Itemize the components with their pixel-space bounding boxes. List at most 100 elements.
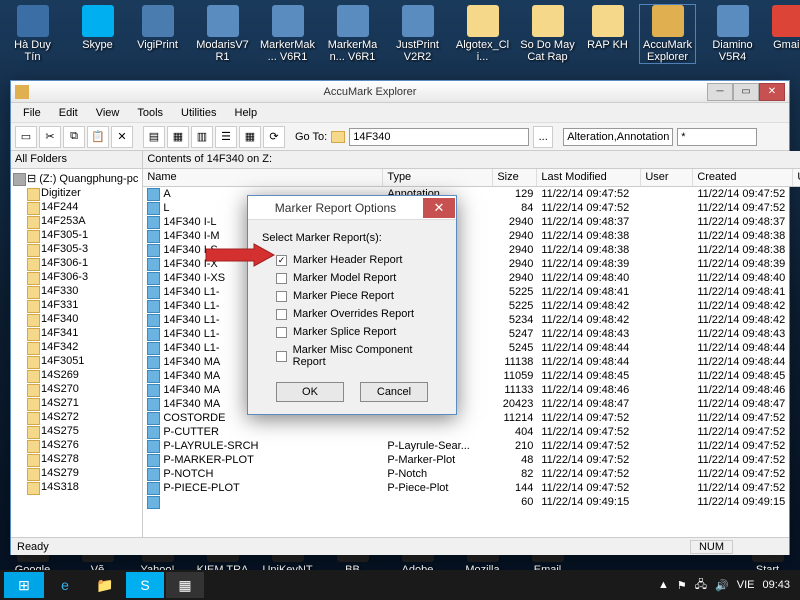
tree-folder[interactable]: 14F3051 — [13, 354, 140, 368]
table-row[interactable]: 14F340 I-S294011/22/14 09:48:3811/22/14 … — [143, 243, 800, 257]
tree-folder[interactable]: 14S278 — [13, 452, 140, 466]
table-row[interactable]: 14F340 L1-522511/22/14 09:48:4211/22/14 … — [143, 299, 800, 313]
table-row[interactable]: P-LAYRULE-SRCHP-Layrule-Sear...21011/22/… — [143, 439, 800, 453]
toolbar-view3-icon[interactable]: ▥ — [191, 126, 213, 148]
table-row[interactable]: 14F340 MA1113811/22/14 09:48:4411/22/14 … — [143, 355, 800, 369]
column-header[interactable]: Type — [383, 169, 493, 186]
ok-button[interactable]: OK — [276, 382, 344, 402]
toolbar-delete-icon[interactable]: ✕ — [111, 126, 133, 148]
tree-folder[interactable]: 14F306-1 — [13, 256, 140, 270]
table-row[interactable]: 14F340 MA2042311/22/14 09:48:4711/22/14 … — [143, 397, 800, 411]
table-row[interactable]: COSTORDE1121411/22/14 09:47:5211/22/14 0… — [143, 411, 800, 425]
menu-utilities[interactable]: Utilities — [173, 105, 224, 121]
tray-lang[interactable]: VIE — [737, 579, 755, 591]
checkbox-option[interactable]: Marker Splice Report — [276, 326, 442, 338]
desktop-icon[interactable]: RAP KH — [580, 5, 635, 51]
checkbox-option[interactable]: Marker Misc Component Report — [276, 344, 442, 368]
tree-folder[interactable]: 14S270 — [13, 382, 140, 396]
desktop-icon[interactable]: MarkerMak... V6R1 — [260, 5, 315, 63]
toolbar-paste-icon[interactable]: 📋 — [87, 126, 109, 148]
menu-help[interactable]: Help — [227, 105, 266, 121]
tree-folder[interactable]: 14S275 — [13, 424, 140, 438]
column-header[interactable]: U — [793, 169, 800, 186]
checkbox-option[interactable]: Marker Piece Report — [276, 290, 442, 302]
tree-folder[interactable]: 14F253A — [13, 214, 140, 228]
tree-folder[interactable]: 14S271 — [13, 396, 140, 410]
tree-folder[interactable]: 14S276 — [13, 438, 140, 452]
table-row[interactable]: P-MARKER-PLOTP-Marker-Plot4811/22/14 09:… — [143, 453, 800, 467]
taskbar-skype-icon[interactable]: S — [126, 572, 164, 598]
tree-folder[interactable]: 14S269 — [13, 368, 140, 382]
table-row[interactable]: 14F340 I-M294011/22/14 09:48:3811/22/14 … — [143, 229, 800, 243]
table-row[interactable]: 14F340 MA1105911/22/14 09:48:4511/22/14 … — [143, 369, 800, 383]
tree-root[interactable]: ⊟ (Z:) Quangphung-pc — [13, 171, 140, 186]
taskbar-explorer-icon[interactable]: 📁 — [86, 572, 124, 598]
table-row[interactable]: AAnnotation12911/22/14 09:47:5211/22/14 … — [143, 187, 800, 201]
tree-folder[interactable]: 14F331 — [13, 298, 140, 312]
filter-type-input[interactable] — [563, 128, 673, 146]
desktop-icon[interactable]: So Do May Cat Rap — [520, 5, 575, 63]
table-row[interactable]: P-CUTTER40411/22/14 09:47:5211/22/14 09:… — [143, 425, 800, 439]
desktop-icon[interactable]: Skype — [70, 5, 125, 51]
table-row[interactable]: P-NOTCHP-Notch8211/22/14 09:47:5211/22/1… — [143, 467, 800, 481]
table-row[interactable]: 14F340 I-X294011/22/14 09:48:3911/22/14 … — [143, 257, 800, 271]
desktop-icon[interactable]: Gmail — [760, 5, 800, 51]
table-row[interactable]: 14F340 L1-522511/22/14 09:48:4111/22/14 … — [143, 285, 800, 299]
minimize-button[interactable]: ─ — [707, 83, 733, 101]
tray-network-icon[interactable]: 🖧 — [695, 576, 707, 595]
titlebar[interactable]: AccuMark Explorer ─ ▭ ✕ — [11, 81, 789, 103]
close-button[interactable]: ✕ — [759, 83, 785, 101]
tree-folder[interactable]: 14F306-3 — [13, 270, 140, 284]
table-row[interactable]: LLay Limits8411/22/14 09:47:5211/22/14 0… — [143, 201, 800, 215]
tree-folder[interactable]: 14F244 — [13, 200, 140, 214]
column-header[interactable]: Name — [143, 169, 383, 186]
toolbar-copy-icon[interactable]: ⧉ — [63, 126, 85, 148]
cancel-button[interactable]: Cancel — [360, 382, 428, 402]
taskbar-ie-icon[interactable]: e — [46, 572, 84, 598]
menu-tools[interactable]: Tools — [129, 105, 171, 121]
dialog-titlebar[interactable]: Marker Report Options ✕ — [248, 196, 456, 220]
toolbar-view1-icon[interactable]: ▤ — [143, 126, 165, 148]
toolbar-grid-icon[interactable]: ▦ — [239, 126, 261, 148]
tree-folder[interactable]: 14S272 — [13, 410, 140, 424]
table-row[interactable]: 14F340 I-XS294011/22/14 09:48:4011/22/14… — [143, 271, 800, 285]
toolbar-view2-icon[interactable]: ▦ — [167, 126, 189, 148]
goto-ellipsis-button[interactable]: ... — [533, 126, 553, 148]
table-row[interactable]: P-PIECE-PLOTP-Piece-Plot14411/22/14 09:4… — [143, 481, 800, 495]
menu-file[interactable]: File — [15, 105, 49, 121]
tray-flag-icon[interactable]: ⚑ — [677, 579, 687, 592]
column-header[interactable]: Size — [493, 169, 537, 186]
column-header[interactable]: User — [641, 169, 693, 186]
filter-value-input[interactable] — [677, 128, 757, 146]
tree-folder[interactable]: 14F341 — [13, 326, 140, 340]
desktop-icon[interactable]: VigiPrint — [130, 5, 185, 51]
menu-edit[interactable]: Edit — [51, 105, 86, 121]
checkbox-option[interactable]: Marker Overrides Report — [276, 308, 442, 320]
tree-folder[interactable]: 14S318 — [13, 480, 140, 494]
table-row[interactable]: 6011/22/14 09:49:1511/22/14 09:49:15 — [143, 495, 800, 509]
tree-folder[interactable]: 14S279 — [13, 466, 140, 480]
desktop-icon[interactable]: Algotex_Cli... — [455, 5, 510, 63]
tree-folder[interactable]: Digitizer — [13, 186, 140, 200]
table-row[interactable]: 14F340 L1-523411/22/14 09:48:4211/22/14 … — [143, 313, 800, 327]
desktop-icon[interactable]: JustPrint V2R2 — [390, 5, 445, 63]
tray-volume-icon[interactable]: 🔊 — [715, 579, 729, 592]
desktop-icon[interactable]: MarkerMan... V6R1 — [325, 5, 380, 63]
toolbar-list-icon[interactable]: ☰ — [215, 126, 237, 148]
toolbar-refresh-icon[interactable]: ⟳ — [263, 126, 285, 148]
table-row[interactable]: 14F340 MA1113311/22/14 09:48:4611/22/14 … — [143, 383, 800, 397]
checkbox-option[interactable]: Marker Model Report — [276, 272, 442, 284]
folder-tree[interactable]: ⊟ (Z:) Quangphung-pcDigitizer14F24414F25… — [11, 169, 142, 537]
column-header[interactable]: Created — [693, 169, 793, 186]
table-row[interactable]: 14F340 L1-524511/22/14 09:48:4411/22/14 … — [143, 341, 800, 355]
desktop-icon[interactable]: Hà Duy Tín — [5, 5, 60, 63]
dialog-close-button[interactable]: ✕ — [423, 198, 455, 218]
desktop-icon[interactable]: Diamino V5R4 — [705, 5, 760, 63]
table-row[interactable]: 14F340 L1-524711/22/14 09:48:4311/22/14 … — [143, 327, 800, 341]
tree-folder[interactable]: 14F305-1 — [13, 228, 140, 242]
desktop-icon[interactable]: ModarisV7R1 — [195, 5, 250, 63]
desktop-icon[interactable]: AccuMark Explorer — [640, 5, 695, 63]
goto-input[interactable] — [349, 128, 529, 146]
taskbar-app-icon[interactable]: ▦ — [166, 572, 204, 598]
column-headers[interactable]: NameTypeSizeLast ModifiedUserCreatedU — [143, 169, 800, 187]
